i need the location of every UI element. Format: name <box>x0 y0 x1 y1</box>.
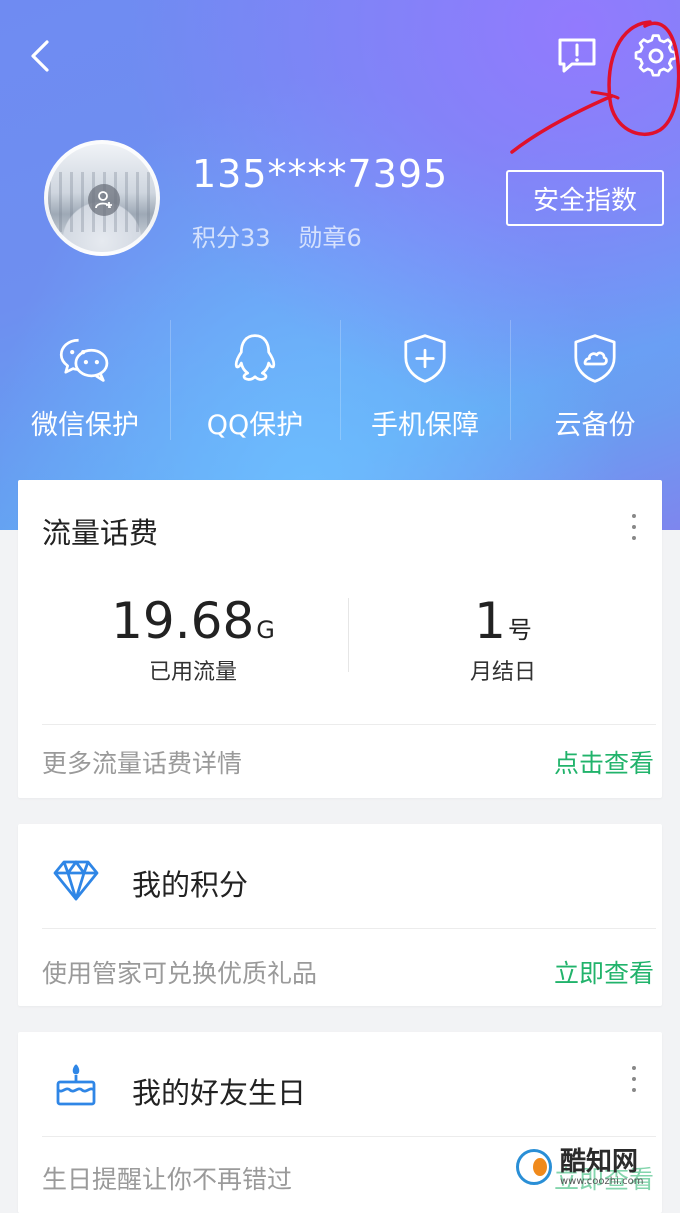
divider <box>348 598 349 672</box>
divider <box>42 928 656 929</box>
traffic-view-link[interactable]: 点击查看 <box>554 744 654 780</box>
feature-cloud-backup[interactable]: 云备份 <box>510 318 680 442</box>
site-watermark: 酷知网 www.coozhi.com <box>516 1138 676 1196</box>
settings-gear-icon[interactable] <box>634 34 678 78</box>
points-stat[interactable]: 积分33 <box>192 218 271 253</box>
phone-number: 135****7395 <box>192 152 449 196</box>
used-traffic-metric[interactable]: 19.68G 已用流量 <box>98 592 288 686</box>
cloud-shield-icon <box>574 334 616 383</box>
avatar[interactable] <box>44 140 160 256</box>
profile-header <box>0 0 680 530</box>
feature-label: QQ保护 <box>206 410 304 441</box>
wechat-icon <box>59 338 109 382</box>
traffic-more-details: 更多流量话费详情 <box>42 749 243 778</box>
birthday-description: 生日提醒让你不再错过 <box>42 1165 293 1194</box>
birthday-cake-icon <box>56 1064 96 1106</box>
billing-day-caption: 月结日 <box>469 660 536 685</box>
feature-label: 手机保障 <box>371 410 479 441</box>
security-index-button[interactable]: 安全指数 <box>506 170 664 226</box>
feature-phone-guarantee[interactable]: 手机保障 <box>340 318 510 442</box>
add-friend-icon <box>88 184 120 216</box>
coozhi-logo-icon <box>516 1149 552 1185</box>
more-options-icon[interactable] <box>628 1066 640 1092</box>
billing-day-metric[interactable]: 1号 月结日 <box>438 592 568 686</box>
watermark-url: www.coozhi.com <box>560 1175 644 1187</box>
divider <box>42 1136 656 1137</box>
feedback-icon[interactable] <box>556 36 598 74</box>
user-stats: 积分33 勋章6 <box>192 218 362 253</box>
card-title: 我的积分 <box>132 868 249 902</box>
used-traffic-value: 19.68 <box>111 592 255 650</box>
feature-wechat-protect[interactable]: 微信保护 <box>0 318 170 442</box>
billing-day-value: 1 <box>474 592 506 650</box>
more-options-icon[interactable] <box>628 514 640 540</box>
diamond-icon <box>53 860 99 901</box>
qq-penguin-icon <box>234 334 276 381</box>
used-traffic-caption: 已用流量 <box>148 660 237 685</box>
feature-label: 云备份 <box>554 410 636 441</box>
billing-day-unit: 号 <box>507 616 532 644</box>
traffic-fee-card: 流量话费 19.68G 已用流量 1号 月结日 更多流量话费详情 点击查看 <box>18 480 662 798</box>
watermark-name: 酷知网 <box>560 1146 639 1177</box>
card-title: 流量话费 <box>42 516 159 550</box>
protection-features: 微信保护 QQ保护 手机保障 云备份 <box>0 318 680 442</box>
used-traffic-unit: G <box>256 616 275 644</box>
points-view-link[interactable]: 立即查看 <box>554 954 654 990</box>
card-title: 我的好友生日 <box>132 1076 307 1110</box>
shield-plus-icon <box>404 334 446 383</box>
divider <box>42 724 656 725</box>
feature-qq-protect[interactable]: QQ保护 <box>170 318 340 442</box>
back-icon[interactable] <box>22 36 62 76</box>
points-description: 使用管家可兑换优质礼品 <box>42 959 318 988</box>
medals-stat[interactable]: 勋章6 <box>299 218 362 253</box>
feature-label: 微信保护 <box>31 410 139 441</box>
my-points-card: 我的积分 使用管家可兑换优质礼品 立即查看 <box>18 824 662 1006</box>
